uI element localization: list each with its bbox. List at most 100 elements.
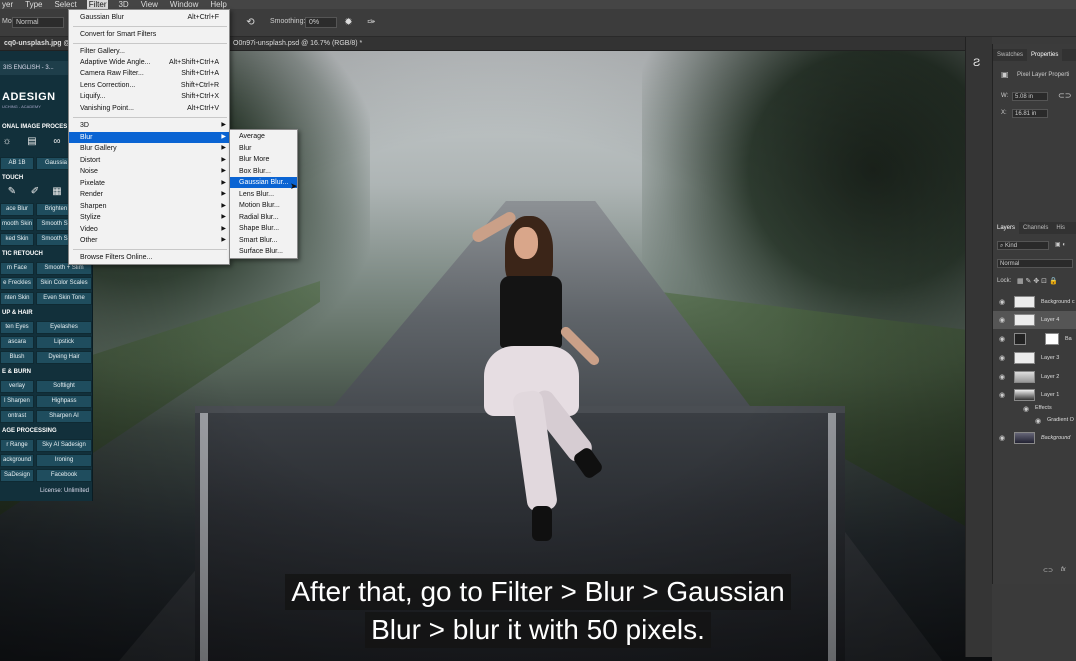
tab-document-2[interactable]: O0n97i-unsplash.psd @ 16.7% (RGB/8) * bbox=[229, 39, 366, 51]
menu-item-camera-raw[interactable]: Camera Raw Filter... Shift+Ctrl+A bbox=[69, 68, 229, 79]
eye-icon[interactable]: ◉ bbox=[1035, 417, 1041, 425]
eye-icon[interactable]: ◉ bbox=[1023, 405, 1029, 413]
menu-item-convert-smart-filters[interactable]: Convert for Smart Filters bbox=[69, 29, 229, 40]
plugin-logo-icon[interactable]: Ƨ bbox=[973, 57, 980, 69]
btn-lipstick[interactable]: Lipstick bbox=[36, 336, 92, 349]
menu-item-distort[interactable]: Distort ▶ bbox=[69, 155, 229, 166]
btn-sharpen[interactable]: l Sharpen bbox=[0, 395, 34, 408]
menu-window[interactable]: Window bbox=[168, 0, 200, 9]
menu-item-3d[interactable]: 3D ▶ bbox=[69, 120, 229, 131]
btn-mascara[interactable]: ascara bbox=[0, 336, 34, 349]
menu-select[interactable]: Select bbox=[52, 0, 78, 9]
tab-swatches[interactable]: Swatches bbox=[993, 49, 1027, 61]
menu-item-blur[interactable]: Blur ▶ bbox=[69, 132, 229, 143]
tab-channels[interactable]: Channels bbox=[1019, 222, 1052, 234]
menu-item-other[interactable]: Other ▶ bbox=[69, 235, 229, 246]
menu-item-liquify[interactable]: Liquify... Shift+Ctrl+X bbox=[69, 91, 229, 102]
btn-lab[interactable]: AB 1B bbox=[0, 157, 34, 170]
layer-effect-gradient-row[interactable]: ◉ Gradient O bbox=[993, 415, 1076, 427]
menu-item-vanishing-point[interactable]: Vanishing Point... Alt+Ctrl+V bbox=[69, 103, 229, 114]
fx-button[interactable]: fx bbox=[1061, 567, 1066, 573]
menu-item-video[interactable]: Video ▶ bbox=[69, 224, 229, 235]
blur-item-motion-blur[interactable]: Motion Blur... bbox=[230, 200, 297, 211]
layer-row[interactable]: ◉ Layer 3 bbox=[993, 349, 1076, 367]
menu-view[interactable]: View bbox=[139, 0, 160, 9]
tab-properties[interactable]: Properties bbox=[1027, 49, 1063, 61]
menu-item-filter-gallery[interactable]: Filter Gallery... bbox=[69, 46, 229, 57]
menu-item-pixelate[interactable]: Pixelate ▶ bbox=[69, 178, 229, 189]
document-icon[interactable]: ▤ bbox=[25, 135, 39, 149]
menu-layer[interactable]: yer bbox=[0, 0, 15, 9]
layer-row[interactable]: ◉ Layer 2 bbox=[993, 368, 1076, 386]
sun-icon[interactable]: ☼ bbox=[0, 135, 14, 149]
grid-icon[interactable]: ▦ bbox=[50, 185, 64, 199]
blur-item-radial-blur[interactable]: Radial Blur... bbox=[230, 212, 297, 223]
eye-icon[interactable]: ◉ bbox=[999, 354, 1005, 362]
btn-color-range[interactable]: r Range bbox=[0, 439, 34, 452]
btn-whiten-skin[interactable]: nten Skin bbox=[0, 292, 34, 305]
symmetry-icon[interactable]: ✑ bbox=[365, 16, 378, 29]
layer-effects-row[interactable]: ◉ Effects bbox=[993, 403, 1076, 415]
btn-even-skin-tone[interactable]: Even Skin Tone bbox=[36, 292, 92, 305]
gear-icon[interactable]: ✹ bbox=[342, 16, 355, 29]
menu-type[interactable]: Type bbox=[23, 0, 44, 9]
blur-item-blur-more[interactable]: Blur More bbox=[230, 154, 297, 165]
circles-icon[interactable]: ∞ bbox=[50, 135, 64, 149]
blur-item-smart-blur[interactable]: Smart Blur... bbox=[230, 235, 297, 246]
btn-background[interactable]: ackground bbox=[0, 454, 34, 467]
tab-layers[interactable]: Layers bbox=[993, 222, 1020, 234]
btn-softlight[interactable]: Softlight bbox=[36, 380, 92, 393]
btn-eyelashes[interactable]: Eyelashes bbox=[36, 321, 92, 334]
brush-icon[interactable]: ✎ bbox=[5, 185, 19, 199]
menu-item-noise[interactable]: Noise ▶ bbox=[69, 166, 229, 177]
smoothing-input[interactable]: 0% bbox=[305, 17, 337, 28]
menu-item-stylize[interactable]: Stylize ▶ bbox=[69, 212, 229, 223]
menu-filter[interactable]: Filter bbox=[86, 0, 109, 9]
btn-highpass[interactable]: Highpass bbox=[36, 395, 92, 408]
btn-naked-skin[interactable]: ked Skin bbox=[0, 233, 34, 246]
menu-3d[interactable]: 3D bbox=[116, 0, 130, 9]
menu-help[interactable]: Help bbox=[208, 0, 228, 9]
btn-smooth-skin[interactable]: mooth Skin bbox=[0, 218, 34, 231]
btn-contrast[interactable]: ontrast bbox=[0, 410, 34, 423]
eye-icon[interactable]: ◉ bbox=[999, 298, 1005, 306]
x-input[interactable]: 16.81 in bbox=[1012, 109, 1048, 118]
image-filter-icon[interactable]: ▣ ◐ bbox=[1055, 241, 1066, 248]
btn-sky-ai[interactable]: Sky AI Sadesign bbox=[36, 439, 92, 452]
blur-item-average[interactable]: Average bbox=[230, 131, 297, 142]
btn-sadesign[interactable]: SaDesign bbox=[0, 469, 34, 482]
menu-item-sharpen[interactable]: Sharpen ▶ bbox=[69, 201, 229, 212]
eye-icon[interactable]: ◉ bbox=[999, 391, 1005, 399]
layer-row[interactable]: ◉ Ba bbox=[993, 330, 1076, 348]
menu-item-lens-correction[interactable]: Lens Correction... Shift+Ctrl+R bbox=[69, 80, 229, 91]
btn-ironing[interactable]: Ironing bbox=[36, 454, 92, 467]
blur-item-lens-blur[interactable]: Lens Blur... bbox=[230, 189, 297, 200]
eye-icon[interactable]: ◉ bbox=[999, 316, 1005, 324]
layer-row[interactable]: ◉ Layer 4 bbox=[993, 311, 1076, 329]
blend-mode-select[interactable]: Normal bbox=[997, 259, 1073, 268]
blur-item-box-blur[interactable]: Box Blur... bbox=[230, 166, 297, 177]
pen-icon[interactable]: ✐ bbox=[28, 185, 42, 199]
btn-facebook[interactable]: Facebook bbox=[36, 469, 92, 482]
btn-sharpen-ai[interactable]: Sharpen AI bbox=[36, 410, 92, 423]
eye-icon[interactable]: ◉ bbox=[999, 373, 1005, 381]
link-icon[interactable]: ⊂⊃ bbox=[1058, 91, 1071, 100]
btn-overlay[interactable]: verlay bbox=[0, 380, 34, 393]
btn-slim-face[interactable]: m Face bbox=[0, 262, 34, 275]
blur-item-surface-blur[interactable]: Surface Blur... bbox=[230, 246, 297, 257]
menu-item-render[interactable]: Render ▶ bbox=[69, 189, 229, 200]
btn-remove-freckles[interactable]: e Freckles bbox=[0, 277, 34, 290]
lock-icons[interactable]: ▦ ✎ ✥ ⊡ 🔒 bbox=[1017, 277, 1058, 285]
btn-brighten-eyes[interactable]: ten Eyes bbox=[0, 321, 34, 334]
btn-skin-color-scales[interactable]: Skin Color Scales bbox=[36, 277, 92, 290]
btn-dyeing-hair[interactable]: Dyeing Hair bbox=[36, 351, 92, 364]
mode-select[interactable]: Normal bbox=[12, 17, 64, 28]
blur-item-blur[interactable]: Blur bbox=[230, 143, 297, 154]
layer-row[interactable]: ◉ Background bbox=[993, 429, 1076, 447]
menu-item-adaptive-wide-angle[interactable]: Adaptive Wide Angle... Alt+Shift+Ctrl+A bbox=[69, 57, 229, 68]
btn-face-blur[interactable]: ace Blur bbox=[0, 203, 34, 216]
tab-history[interactable]: His bbox=[1052, 222, 1069, 234]
layer-kind-filter[interactable]: ⌕ Kind bbox=[997, 241, 1049, 250]
menu-item-gaussian-blur-last[interactable]: Gaussian Blur Alt+Ctrl+F bbox=[69, 12, 229, 23]
layer-row[interactable]: ◉ Background c bbox=[993, 293, 1076, 311]
